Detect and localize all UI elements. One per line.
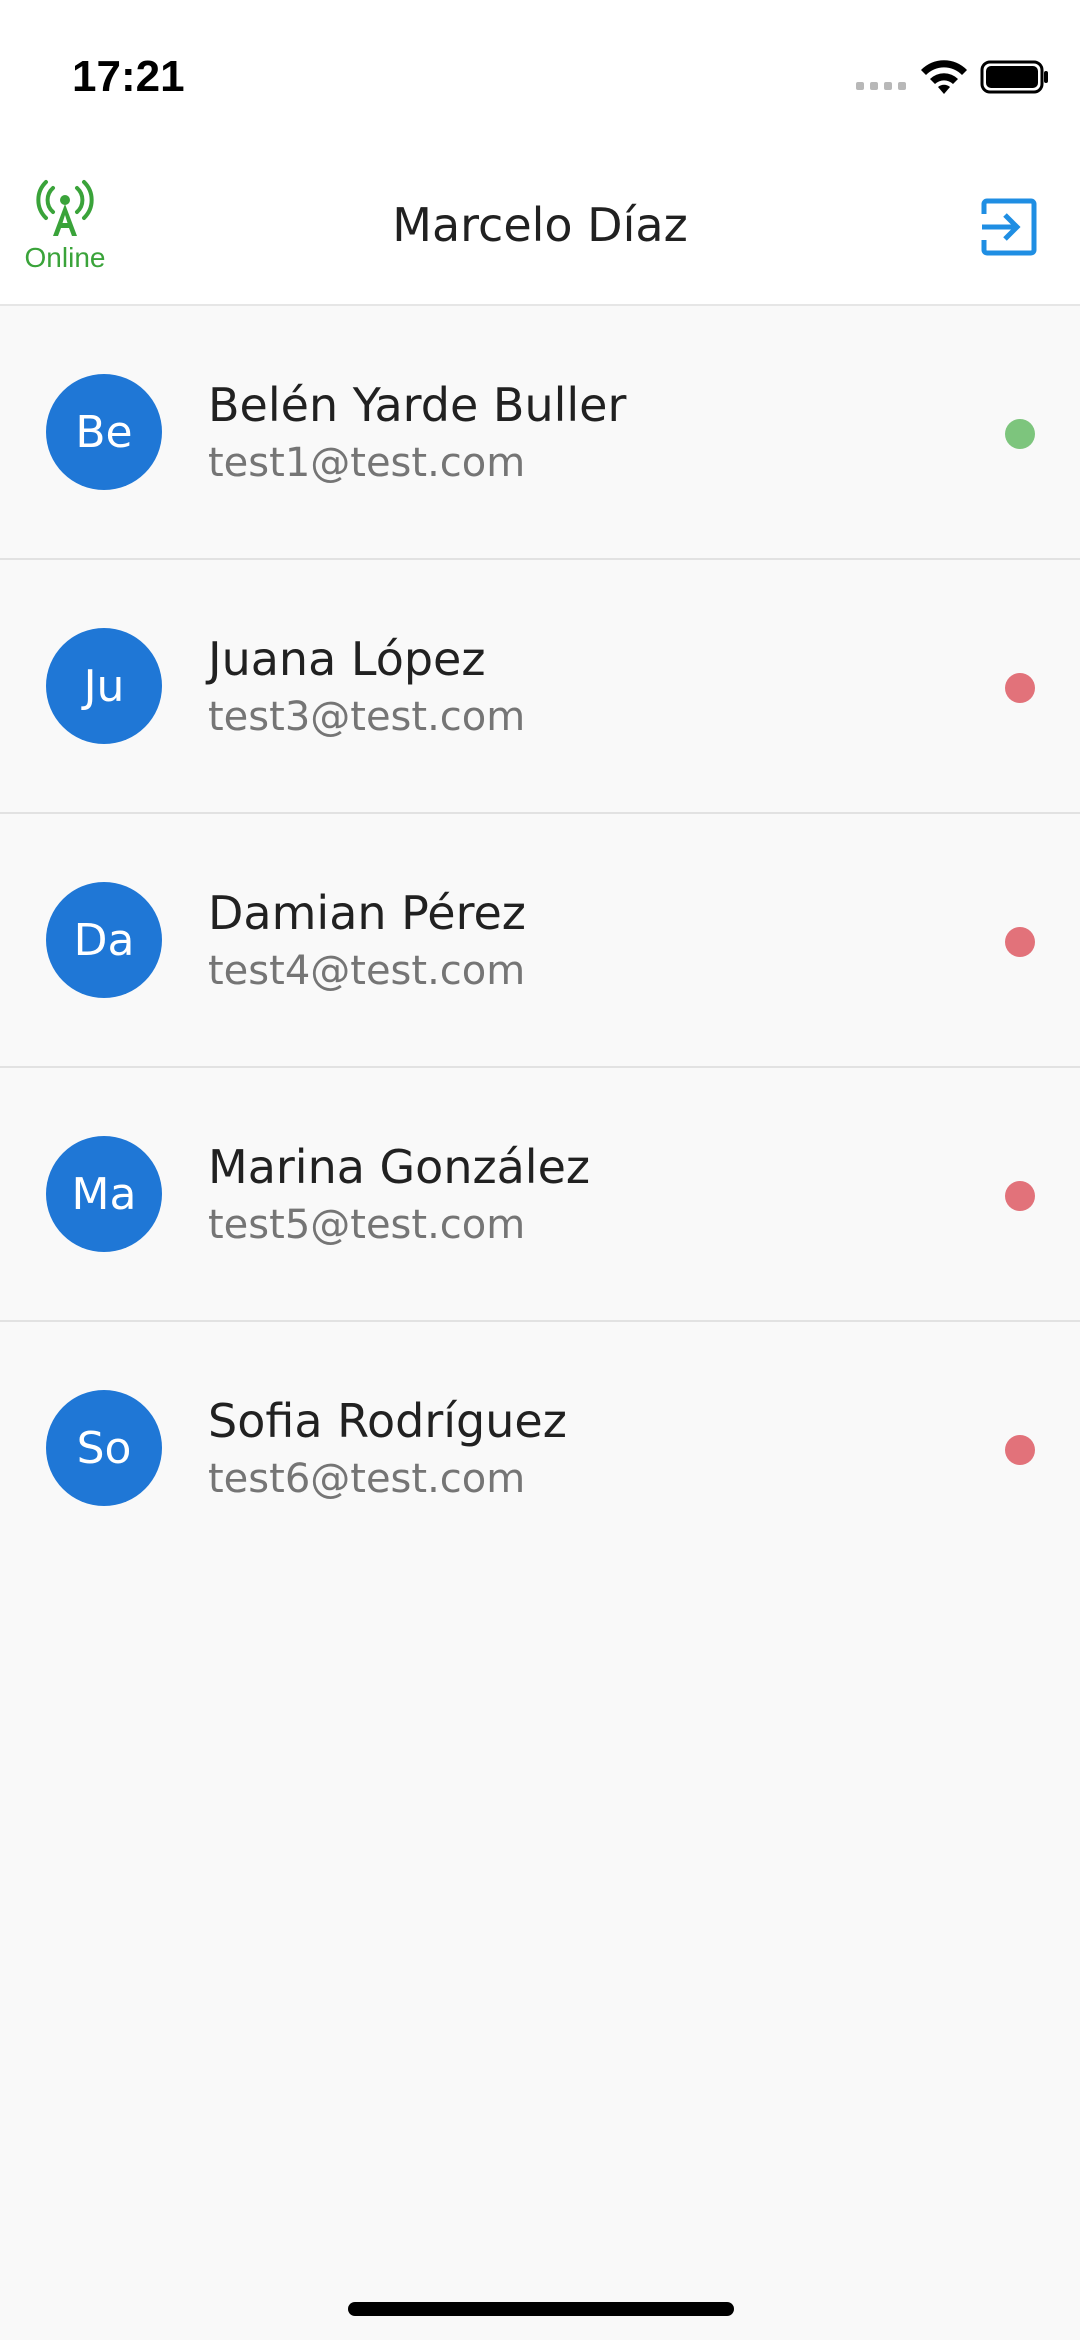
signal-icon bbox=[856, 82, 906, 90]
user-name: Sofia Rodríguez bbox=[208, 1394, 567, 1448]
list-item[interactable]: So Sofia Rodríguez test6@test.com bbox=[0, 1322, 1080, 1576]
online-status-dot bbox=[1005, 1435, 1035, 1465]
battery-icon bbox=[980, 60, 1048, 94]
online-status-dot bbox=[1005, 673, 1035, 703]
user-name: Marina González bbox=[208, 1140, 591, 1194]
user-name: Juana López bbox=[208, 632, 486, 686]
list-item[interactable]: Ma Marina González test5@test.com bbox=[0, 1068, 1080, 1322]
status-time: 17:21 bbox=[72, 52, 185, 101]
user-email: test1@test.com bbox=[208, 440, 526, 486]
user-name: Damian Pérez bbox=[208, 886, 526, 940]
list-item[interactable]: Be Belén Yarde Buller test1@test.com bbox=[0, 306, 1080, 560]
status-bar: 17:21 bbox=[0, 0, 1080, 160]
user-email: test4@test.com bbox=[208, 948, 526, 994]
avatar: Da bbox=[46, 882, 162, 998]
user-list: Be Belén Yarde Buller test1@test.com Ju … bbox=[0, 306, 1080, 1576]
user-email: test5@test.com bbox=[208, 1202, 526, 1248]
home-indicator[interactable] bbox=[348, 2302, 734, 2316]
user-email: test3@test.com bbox=[208, 694, 526, 740]
user-name: Belén Yarde Buller bbox=[208, 378, 627, 432]
logout-icon bbox=[981, 198, 1037, 256]
avatar: Be bbox=[46, 374, 162, 490]
page-title: Marcelo Díaz bbox=[392, 198, 688, 252]
online-status-dot bbox=[1005, 1181, 1035, 1211]
avatar: Ma bbox=[46, 1136, 162, 1252]
wifi-icon bbox=[921, 60, 967, 94]
app-bar: Online Marcelo Díaz bbox=[0, 160, 1080, 306]
user-email: test6@test.com bbox=[208, 1456, 526, 1502]
logout-button[interactable] bbox=[978, 196, 1040, 258]
list-item[interactable]: Ju Juana López test3@test.com bbox=[0, 560, 1080, 814]
list-item[interactable]: Da Damian Pérez test4@test.com bbox=[0, 814, 1080, 1068]
online-status-dot bbox=[1005, 419, 1035, 449]
avatar: Ju bbox=[46, 628, 162, 744]
online-status-dot bbox=[1005, 927, 1035, 957]
screen: 17:21 Online Marcelo Díaz Be Belén Yarde… bbox=[0, 0, 1080, 2340]
avatar: So bbox=[46, 1390, 162, 1506]
